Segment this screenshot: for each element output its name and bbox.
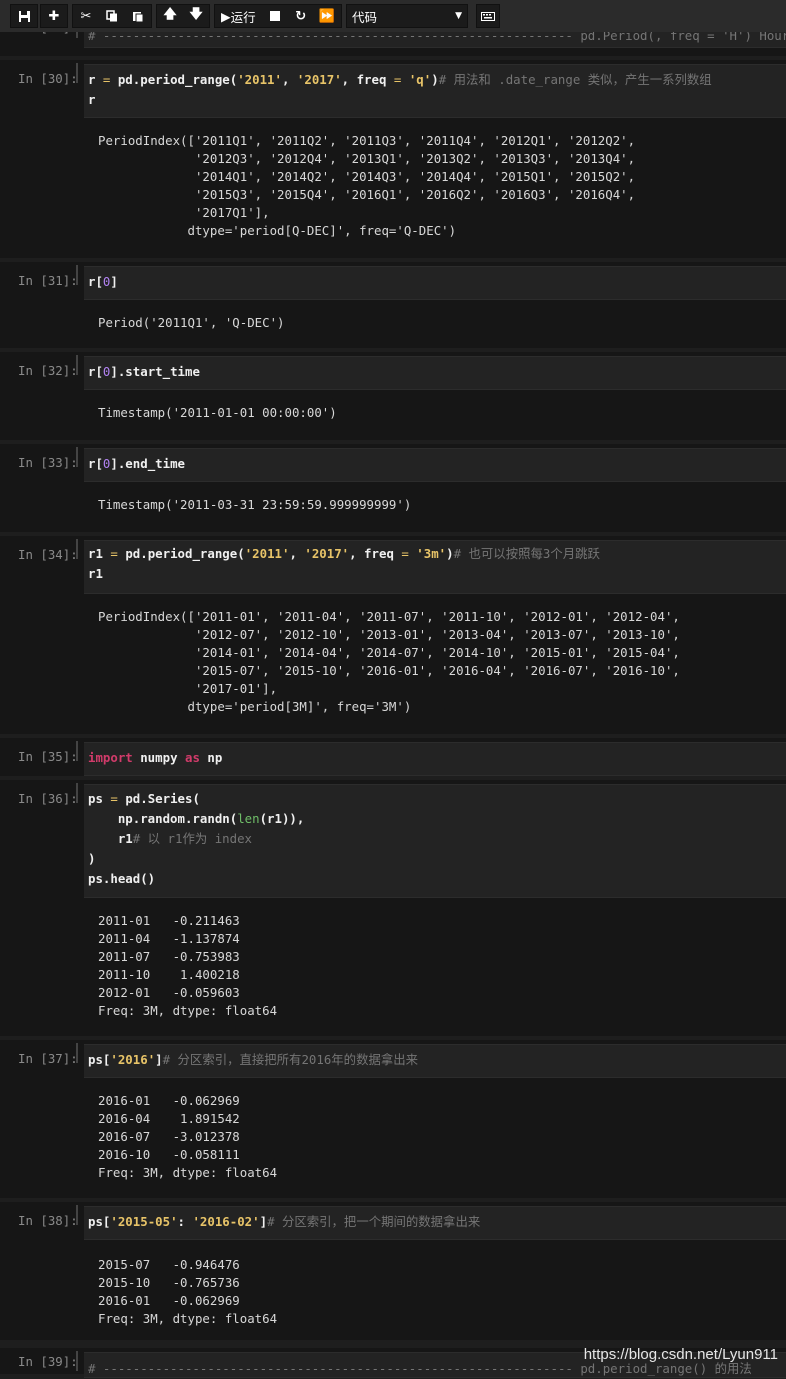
code-line: r bbox=[88, 92, 96, 107]
code-input[interactable]: ps = pd.Series( np.random.randn(len(r1))… bbox=[84, 784, 786, 898]
cell-prompt: In [36]: bbox=[18, 791, 78, 806]
notebook-cell[interactable]: In [34]: r1 = pd.period_range('2011', '2… bbox=[0, 536, 786, 734]
fast-forward-icon[interactable]: ⏩ bbox=[314, 5, 340, 27]
move-group: 🡅 🡇 bbox=[156, 4, 210, 28]
stop-icon[interactable] bbox=[262, 5, 288, 27]
code-input[interactable]: r1 = pd.period_range('2011', '2017', fre… bbox=[84, 540, 786, 594]
notebook-toolbar: ✚ ✂ 🡅 🡇 ▶ 运行 ↻ ⏩ 代码 ▼ bbox=[0, 0, 786, 32]
code-comment: # 分区索引，直接把所有2016年的数据拿出来 bbox=[162, 1052, 419, 1067]
run-group: ▶ 运行 ↻ ⏩ bbox=[214, 4, 342, 28]
code-comment: # 也可以按照每3个月跳跃 bbox=[453, 546, 600, 561]
code-input[interactable]: r[0].start_time bbox=[84, 356, 786, 390]
cell-gutter bbox=[76, 741, 78, 761]
code-comment: # 以 r1作为 index bbox=[132, 831, 252, 846]
edit-group: ✂ bbox=[72, 4, 152, 28]
cell-gutter bbox=[76, 355, 78, 375]
notebook-cell[interactable]: In [36]: ps = pd.Series( np.random.randn… bbox=[0, 780, 786, 1036]
restart-icon[interactable]: ↻ bbox=[288, 5, 314, 27]
run-label: 运行 bbox=[230, 9, 256, 25]
watermark-text: https://blog.csdn.net/Lyun911 bbox=[583, 1346, 778, 1363]
code-input[interactable]: r[0] bbox=[84, 266, 786, 300]
code-comment: # 分区索引，把一个期间的数据拿出来 bbox=[267, 1214, 481, 1229]
cell-gutter bbox=[76, 783, 78, 803]
cell-prompt: In [34]: bbox=[18, 547, 78, 562]
insert-group: ✚ bbox=[40, 4, 68, 28]
cell-output: Period('2011Q1', 'Q-DEC') bbox=[98, 315, 285, 330]
save-icon[interactable] bbox=[11, 5, 37, 27]
code-input[interactable]: import numpy as np bbox=[84, 742, 786, 776]
cell-type-select[interactable]: 代码 ▼ bbox=[346, 4, 468, 28]
code-line: r1 bbox=[88, 566, 103, 581]
code-comment: # 用法和 .date_range 类似，产生一系列数组 bbox=[438, 72, 712, 87]
notebook-cell[interactable]: In [33]: r[0].end_time Timestamp('2011-0… bbox=[0, 444, 786, 532]
cell-gutter bbox=[76, 1043, 78, 1063]
cell-prompt: In [31]: bbox=[18, 273, 78, 288]
cut-icon[interactable]: ✂ bbox=[73, 5, 99, 27]
chevron-down-icon: ▼ bbox=[455, 11, 462, 21]
run-button[interactable]: ▶ 运行 bbox=[215, 5, 262, 27]
cell-prompt: In [39]: bbox=[18, 1354, 78, 1369]
cell-prompt: In [38]: bbox=[18, 1213, 78, 1228]
cell-output: 2011-01 -0.211463 2011-04 -1.137874 2011… bbox=[98, 913, 278, 1018]
save-group bbox=[10, 4, 38, 28]
cell-output: PeriodIndex(['2011-01', '2011-04', '2011… bbox=[98, 609, 680, 714]
arrow-down-icon[interactable]: 🡇 bbox=[183, 5, 209, 27]
play-icon: ▶ bbox=[221, 8, 231, 24]
cell-prompt: In [35]: bbox=[18, 749, 78, 764]
cell-output: Timestamp('2011-01-01 00:00:00') bbox=[98, 405, 337, 420]
code-input[interactable]: r[0].end_time bbox=[84, 448, 786, 482]
notebook-cell[interactable]: In [32]: r[0].start_time Timestamp('2011… bbox=[0, 352, 786, 440]
cell-output: 2016-01 -0.062969 2016-04 1.891542 2016-… bbox=[98, 1093, 278, 1180]
code-input[interactable]: ps['2016']# 分区索引，直接把所有2016年的数据拿出来 bbox=[84, 1044, 786, 1078]
cell-gutter bbox=[76, 63, 78, 83]
plus-icon[interactable]: ✚ bbox=[41, 5, 67, 27]
cell-gutter bbox=[76, 1205, 78, 1225]
cell-type-value: 代码 bbox=[352, 9, 378, 25]
cell-prompt: In [33]: bbox=[18, 455, 78, 470]
cell-gutter bbox=[76, 447, 78, 467]
notebook-cell[interactable]: In [35]: import numpy as np bbox=[0, 738, 786, 776]
notebook-cell[interactable]: In [31]: r[0] Period('2011Q1', 'Q-DEC') bbox=[0, 262, 786, 348]
cell-output: Timestamp('2011-03-31 23:59:59.999999999… bbox=[98, 497, 412, 512]
notebook-cell[interactable]: In [30]: r = pd.period_range('2011', '20… bbox=[0, 60, 786, 258]
keyboard-icon[interactable] bbox=[476, 4, 500, 28]
cell-gutter bbox=[76, 539, 78, 559]
cell-gutter bbox=[76, 1351, 78, 1371]
cell-gutter bbox=[76, 265, 78, 285]
code-input[interactable]: r = pd.period_range('2011', '2017', freq… bbox=[84, 64, 786, 118]
arrow-up-icon[interactable]: 🡅 bbox=[157, 5, 183, 27]
copy-icon[interactable] bbox=[99, 5, 125, 27]
cell-prompt: In [37]: bbox=[18, 1051, 78, 1066]
cell-output: PeriodIndex(['2011Q1', '2011Q2', '2011Q3… bbox=[98, 133, 636, 238]
notebook-cell[interactable]: In [37]: ps['2016']# 分区索引，直接把所有2016年的数据拿… bbox=[0, 1040, 786, 1198]
code-input[interactable]: ps['2015-05': '2016-02']# 分区索引，把一个期间的数据拿… bbox=[84, 1206, 786, 1240]
paste-icon[interactable] bbox=[125, 5, 151, 27]
cell-prompt: In [32]: bbox=[18, 363, 78, 378]
code-line: ) bbox=[88, 851, 96, 866]
cell-prompt: In [30]: bbox=[18, 71, 78, 86]
cell-output: 2015-07 -0.946476 2015-10 -0.765736 2016… bbox=[98, 1257, 278, 1326]
code-line: ps.head() bbox=[88, 871, 156, 886]
notebook-cell[interactable]: In [38]: ps['2015-05': '2016-02']# 分区索引，… bbox=[0, 1202, 786, 1340]
